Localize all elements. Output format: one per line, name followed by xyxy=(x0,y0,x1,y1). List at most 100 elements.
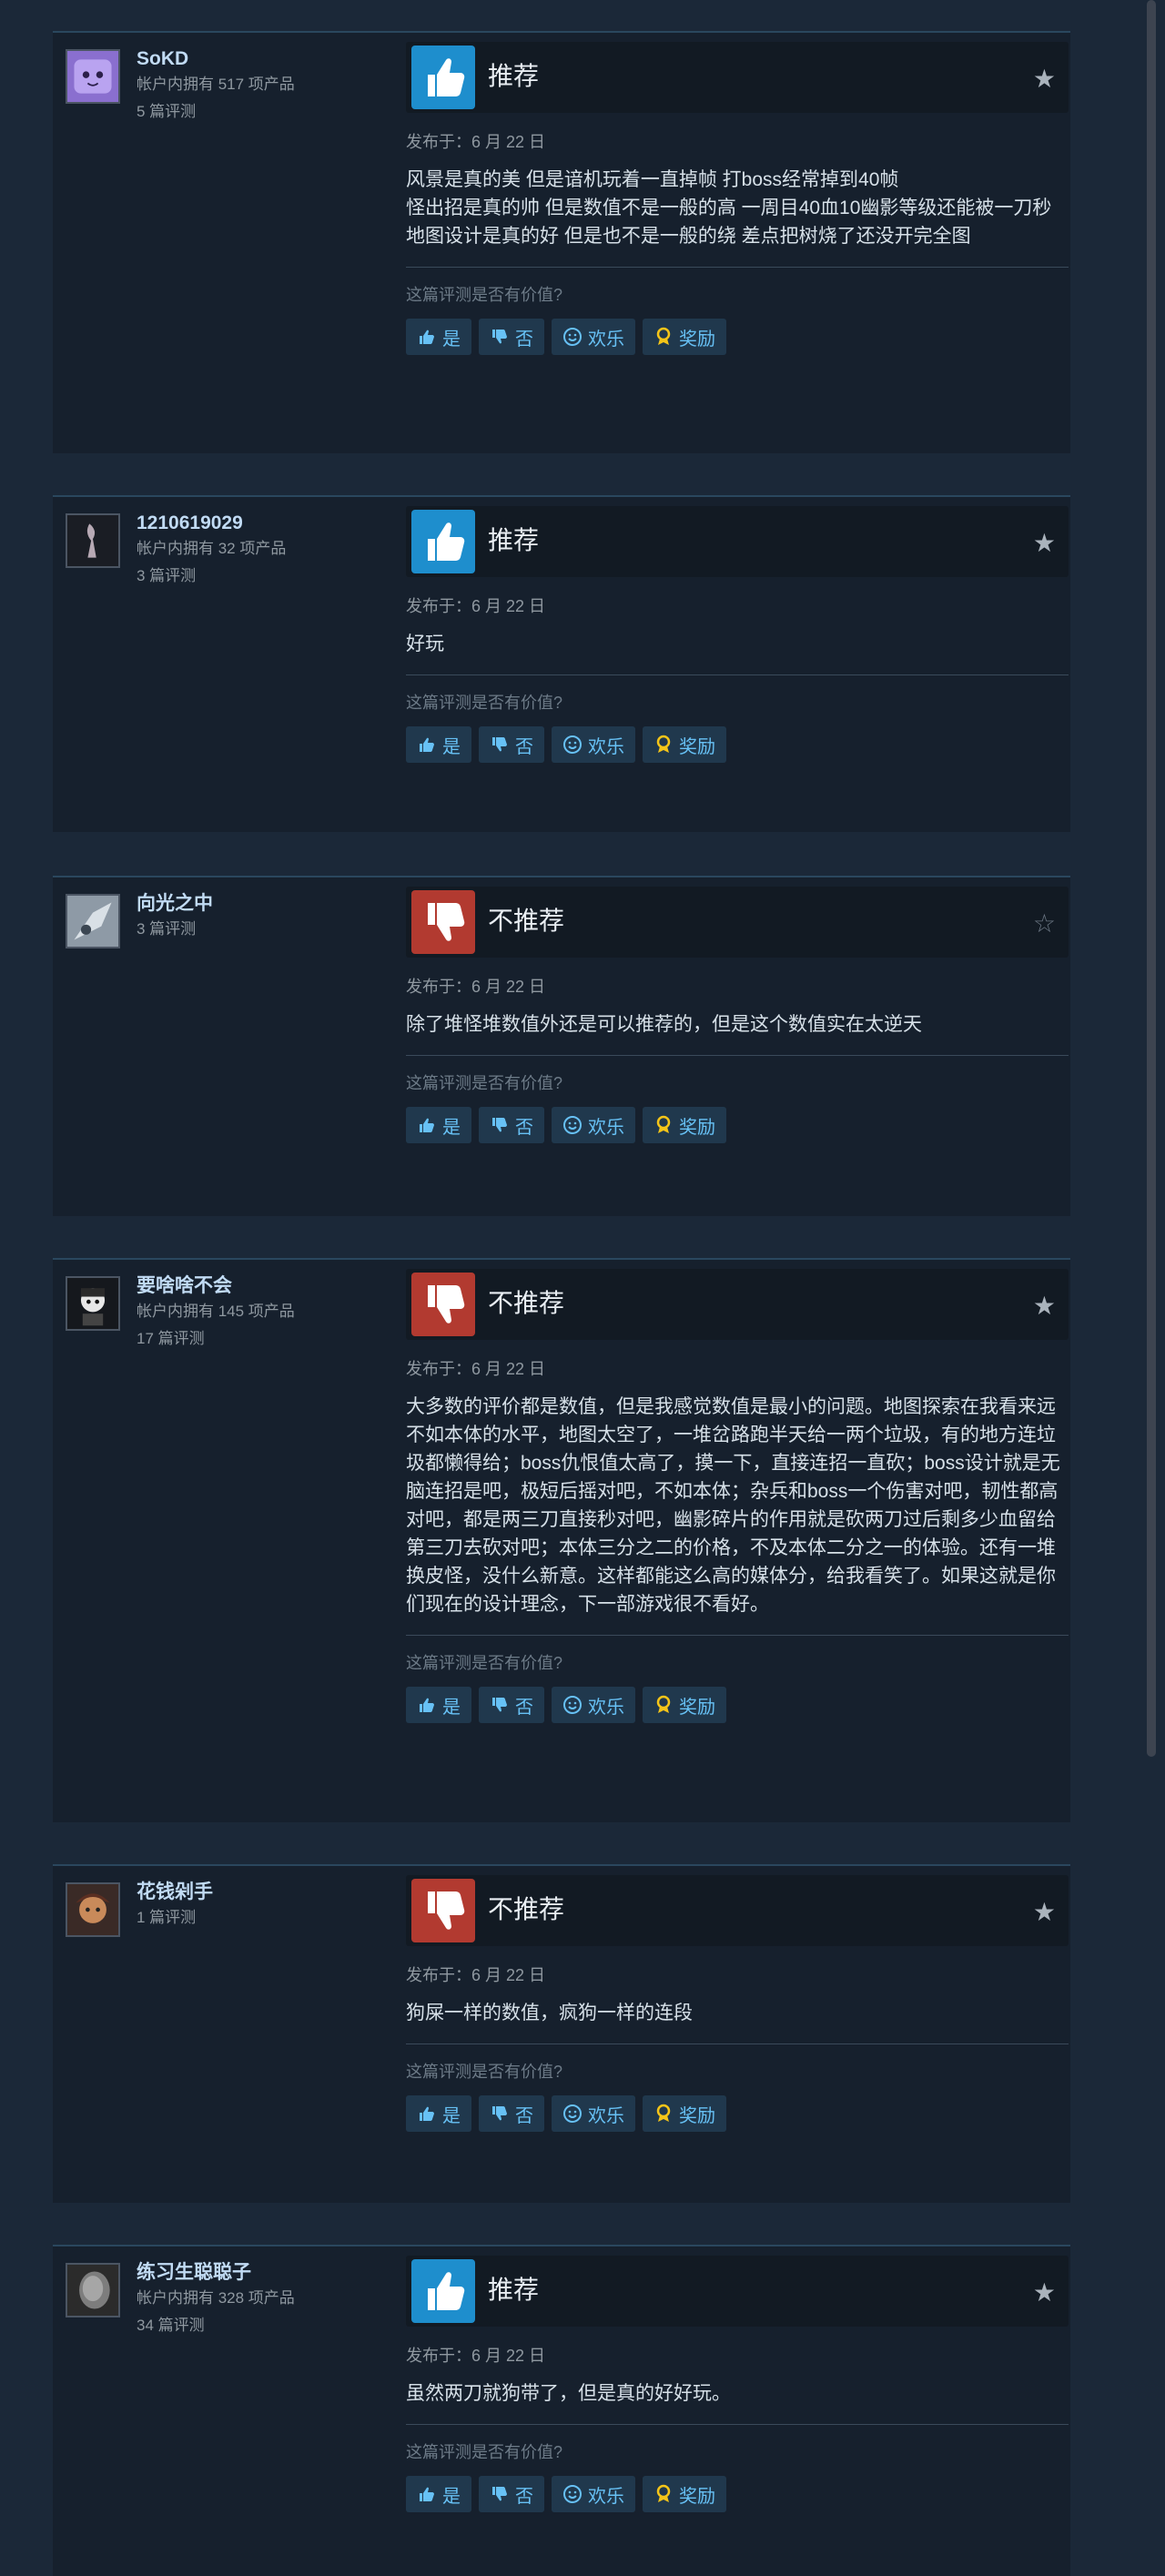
award-button[interactable]: 奖励 xyxy=(643,2476,726,2512)
vote-funny-label: 欢乐 xyxy=(588,329,624,350)
author-name[interactable]: 练习生聪聪子 xyxy=(137,2261,410,2285)
author-name[interactable]: 花钱剁手 xyxy=(137,1881,410,1904)
helpful-prompt: 这篇评测是否有价值? xyxy=(406,286,563,304)
divider xyxy=(406,1055,1069,1056)
star-icon: ★ xyxy=(1032,1292,1056,1320)
review-content: 除了堆怪堆数值外还是可以推荐的，但是这个数值实在太逆天 xyxy=(406,1014,922,1035)
avatar[interactable] xyxy=(66,49,120,104)
award-label: 奖励 xyxy=(679,2486,715,2507)
review-card: SoKD 帐户内拥有 517 项产品 5 篇评测 推荐 ★ 发布于：6 月 22… xyxy=(53,31,1070,453)
vote-header[interactable]: 推荐 ★ xyxy=(406,506,1069,577)
vote-yes-label: 是 xyxy=(442,1117,461,1138)
vote-no-button[interactable]: 否 xyxy=(479,726,544,763)
award-icon xyxy=(653,2104,674,2124)
vote-controls: 是 否 欢乐 奖励 xyxy=(406,1107,1069,1143)
scrollbar[interactable] xyxy=(1144,0,1159,2576)
thumbs-down-icon xyxy=(411,1879,475,1942)
vote-funny-button[interactable]: 欢乐 xyxy=(552,1107,635,1143)
divider xyxy=(406,267,1069,268)
vote-funny-button[interactable]: 欢乐 xyxy=(552,2476,635,2512)
avatar[interactable] xyxy=(66,513,120,568)
vote-no-label: 否 xyxy=(515,2486,533,2507)
avatar[interactable] xyxy=(66,1882,120,1937)
review-count[interactable]: 5 篇评测 xyxy=(137,98,410,126)
verdict-title: 不推荐 xyxy=(488,907,565,935)
award-button[interactable]: 奖励 xyxy=(643,2095,726,2132)
posted-date: 发布于：6 月 22 日 xyxy=(406,978,546,996)
posted-date: 发布于：6 月 22 日 xyxy=(406,1360,546,1378)
vote-funny-button[interactable]: 欢乐 xyxy=(552,726,635,763)
divider xyxy=(406,674,1069,675)
vote-yes-button[interactable]: 是 xyxy=(406,319,471,355)
vote-header[interactable]: 不推荐 ★ xyxy=(406,1269,1069,1340)
author-name[interactable]: 1210619029 xyxy=(137,512,410,535)
review-count[interactable]: 3 篇评测 xyxy=(137,563,410,590)
vote-header[interactable]: 推荐 ★ xyxy=(406,42,1069,113)
review-card: 向光之中 3 篇评测 不推荐 ☆ 发布于：6 月 22 日 除了堆怪堆数值外还是… xyxy=(53,876,1070,1216)
vote-controls: 是 否 欢乐 奖励 xyxy=(406,2476,1069,2512)
verdict-title: 推荐 xyxy=(488,62,540,90)
award-button[interactable]: 奖励 xyxy=(643,319,726,355)
award-button[interactable]: 奖励 xyxy=(643,726,726,763)
review-content: 虽然两刀就狗带了，但是真的好好玩。 xyxy=(406,2383,731,2404)
review-count[interactable]: 1 篇评测 xyxy=(137,1904,410,1932)
helpful-prompt: 这篇评测是否有价值? xyxy=(406,2443,563,2461)
vote-funny-label: 欢乐 xyxy=(588,2486,624,2507)
review-count[interactable]: 17 篇评测 xyxy=(137,1325,410,1353)
vote-no-button[interactable]: 否 xyxy=(479,2095,544,2132)
vote-funny-button[interactable]: 欢乐 xyxy=(552,2095,635,2132)
verdict-title: 不推荐 xyxy=(488,1289,565,1317)
award-icon xyxy=(653,2484,674,2504)
avatar[interactable] xyxy=(66,1276,120,1331)
thumbs-up-icon xyxy=(417,327,437,347)
avatar[interactable] xyxy=(66,2263,120,2317)
vote-yes-button[interactable]: 是 xyxy=(406,726,471,763)
owned-products[interactable]: 帐户内拥有 32 项产品 xyxy=(137,535,410,563)
review-content: 大多数的评价都是数值，但是我感觉数值是最小的问题。地图探索在我看来远不如本体的水… xyxy=(406,1396,1060,1615)
vote-controls: 是 否 欢乐 奖励 xyxy=(406,319,1069,355)
review-count[interactable]: 34 篇评测 xyxy=(137,2312,410,2339)
vote-funny-button[interactable]: 欢乐 xyxy=(552,1687,635,1723)
scrollbar-thumb[interactable] xyxy=(1147,0,1156,1757)
author-name[interactable]: 要啥啥不会 xyxy=(137,1274,410,1298)
vote-yes-button[interactable]: 是 xyxy=(406,1107,471,1143)
vote-no-button[interactable]: 否 xyxy=(479,1687,544,1723)
award-label: 奖励 xyxy=(679,1697,715,1718)
award-label: 奖励 xyxy=(679,736,715,757)
divider xyxy=(406,2424,1069,2425)
vote-no-label: 否 xyxy=(515,2105,533,2126)
avatar[interactable] xyxy=(66,894,120,948)
thumbs-up-icon xyxy=(417,2104,437,2124)
smiley-icon xyxy=(562,2484,582,2504)
review-card: 1210619029 帐户内拥有 32 项产品 3 篇评测 推荐 ★ 发布于：6… xyxy=(53,495,1070,832)
review-count[interactable]: 3 篇评测 xyxy=(137,916,410,943)
vote-header[interactable]: 推荐 ★ xyxy=(406,2256,1069,2327)
thumbs-down-icon xyxy=(490,2484,510,2504)
thumbs-up-icon xyxy=(417,735,437,755)
smiley-icon xyxy=(562,1695,582,1715)
thumbs-up-icon xyxy=(411,510,475,573)
vote-header[interactable]: 不推荐 ☆ xyxy=(406,887,1069,958)
thumbs-down-icon xyxy=(490,1115,510,1135)
owned-products[interactable]: 帐户内拥有 145 项产品 xyxy=(137,1298,410,1325)
vote-yes-button[interactable]: 是 xyxy=(406,2476,471,2512)
award-label: 奖励 xyxy=(679,329,715,350)
vote-no-button[interactable]: 否 xyxy=(479,319,544,355)
owned-products[interactable]: 帐户内拥有 517 项产品 xyxy=(137,71,410,98)
author-name[interactable]: SoKD xyxy=(137,47,410,71)
vote-header[interactable]: 不推荐 ★ xyxy=(406,1875,1069,1946)
posted-date: 发布于：6 月 22 日 xyxy=(406,2347,546,2365)
vote-no-button[interactable]: 否 xyxy=(479,2476,544,2512)
vote-funny-button[interactable]: 欢乐 xyxy=(552,319,635,355)
smiley-icon xyxy=(562,327,582,347)
thumbs-up-icon xyxy=(417,1115,437,1135)
vote-yes-button[interactable]: 是 xyxy=(406,1687,471,1723)
owned-products[interactable]: 帐户内拥有 328 项产品 xyxy=(137,2285,410,2312)
vote-no-button[interactable]: 否 xyxy=(479,1107,544,1143)
award-button[interactable]: 奖励 xyxy=(643,1687,726,1723)
award-button[interactable]: 奖励 xyxy=(643,1107,726,1143)
author-name[interactable]: 向光之中 xyxy=(137,892,410,916)
vote-yes-button[interactable]: 是 xyxy=(406,2095,471,2132)
posted-date: 发布于：6 月 22 日 xyxy=(406,597,546,615)
thumbs-up-icon xyxy=(411,46,475,109)
